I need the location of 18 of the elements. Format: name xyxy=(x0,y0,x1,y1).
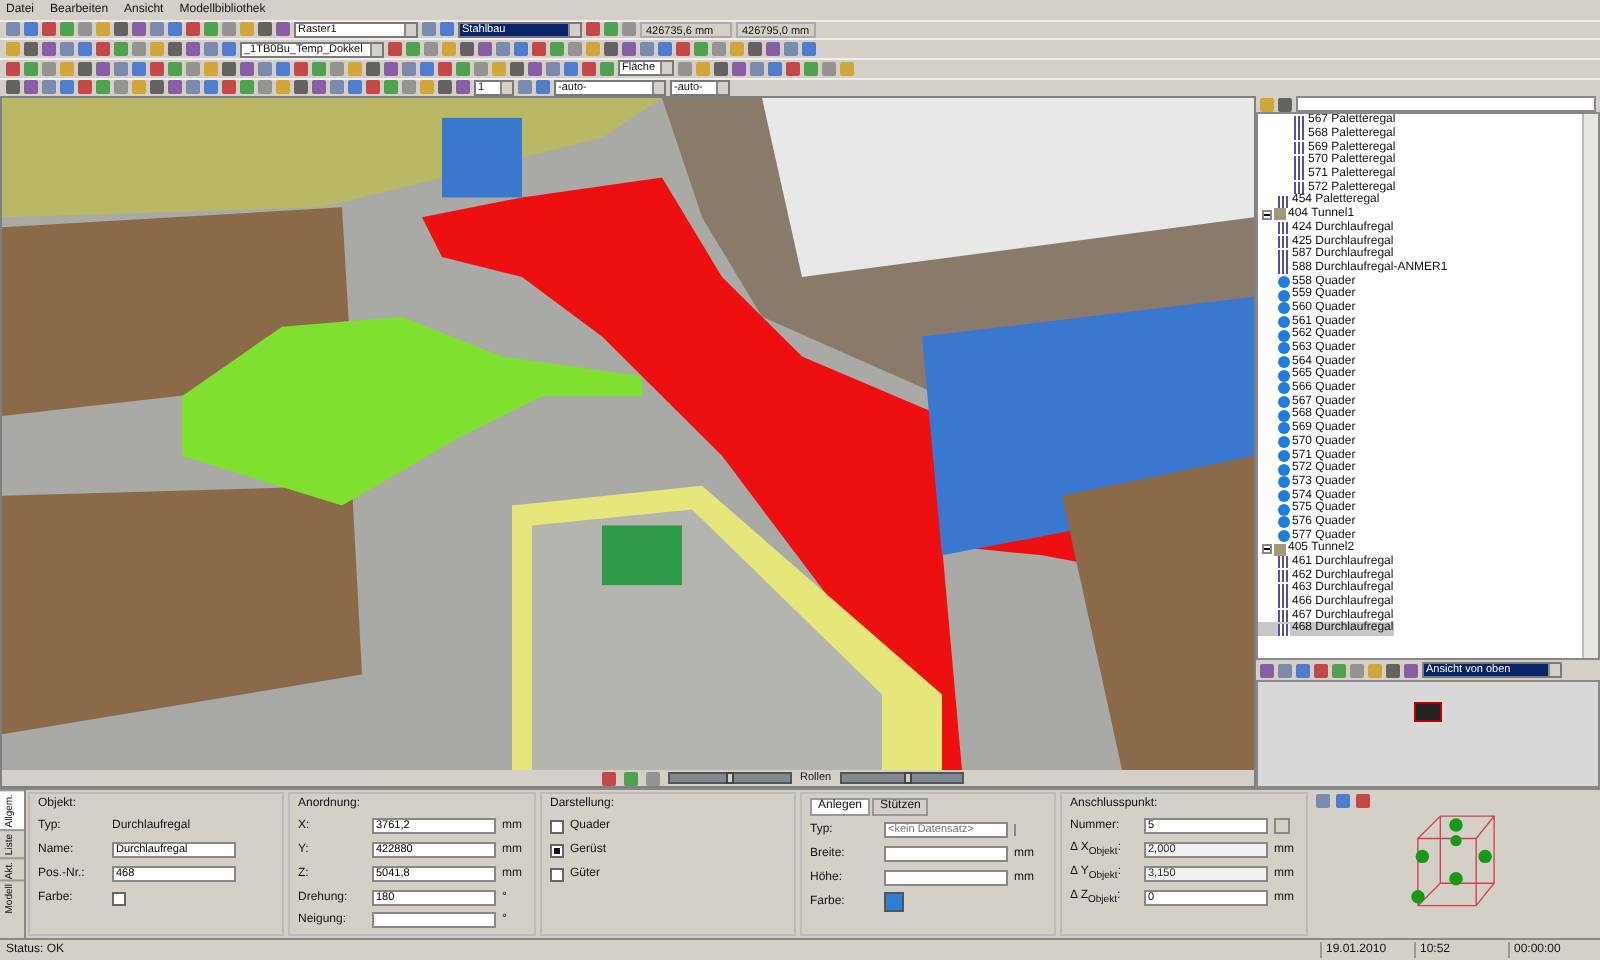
checkbox[interactable] xyxy=(550,819,564,834)
input-field[interactable] xyxy=(884,846,1008,863)
slider-thumb[interactable] xyxy=(726,772,734,785)
slider-thumb[interactable] xyxy=(903,772,912,785)
folder-icon xyxy=(1274,543,1286,556)
color-swatch[interactable] xyxy=(884,892,904,913)
checkbox[interactable] xyxy=(550,867,564,882)
search-field[interactable] xyxy=(1296,96,1596,113)
input-field[interactable] xyxy=(884,870,1008,887)
checkbox[interactable] xyxy=(550,843,564,858)
collapse-toggle-icon[interactable] xyxy=(1262,544,1272,555)
input-field[interactable] xyxy=(372,912,496,929)
thumbnail-icon xyxy=(1414,702,1442,723)
folder-icon xyxy=(1274,208,1286,221)
scrollbar[interactable] xyxy=(1582,114,1598,659)
checkbox[interactable] xyxy=(112,891,126,906)
spin-buttons-icon[interactable] xyxy=(1274,818,1290,835)
collapse-toggle-icon[interactable] xyxy=(1262,209,1272,220)
